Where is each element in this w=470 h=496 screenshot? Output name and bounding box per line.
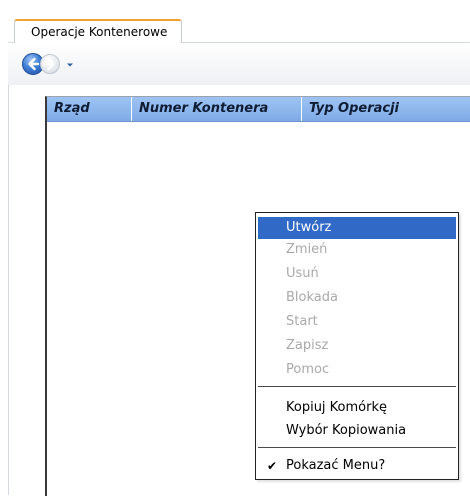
menu-item-pomoc[interactable]: Pomoc bbox=[258, 359, 456, 381]
menu-item-kopiuj-komorke[interactable]: Kopiuj Komórkę bbox=[258, 397, 456, 419]
column-header-rzad[interactable]: Rząd bbox=[47, 97, 131, 121]
context-menu: Utwórz Zmień Usuń Blokada Start Zapisz P… bbox=[255, 212, 459, 480]
menu-item-blokada[interactable]: Blokada bbox=[258, 287, 456, 309]
column-header-typ-operacji[interactable]: Typ Operacji bbox=[301, 97, 470, 121]
menu-item-pokazac-menu[interactable]: ✔ Pokazać Menu? bbox=[258, 455, 456, 477]
menu-item-wybor-kopiowania[interactable]: Wybór Kopiowania bbox=[258, 420, 456, 442]
menu-item-usun[interactable]: Usuń bbox=[258, 263, 456, 285]
menu-item-start[interactable]: Start bbox=[258, 311, 456, 333]
tab-operacje-kontenerowe[interactable]: Operacje Kontenerowe bbox=[14, 19, 183, 43]
menu-separator bbox=[258, 386, 456, 387]
navigation-toolbar bbox=[8, 43, 470, 85]
back-arrow-icon bbox=[28, 57, 40, 71]
menu-item-label: Pokazać Menu? bbox=[286, 458, 386, 473]
checkmark-icon: ✔ bbox=[267, 459, 278, 473]
menu-item-zapisz[interactable]: Zapisz bbox=[258, 335, 456, 357]
tab-strip: Operacje Kontenerowe bbox=[8, 16, 470, 43]
menu-separator bbox=[258, 447, 456, 448]
menu-item-utworz[interactable]: Utwórz bbox=[258, 217, 456, 239]
menu-item-zmien[interactable]: Zmień bbox=[258, 239, 456, 261]
grid-header: Rząd Numer Kontenera Typ Operacji bbox=[47, 97, 470, 122]
forward-arrow-icon bbox=[43, 57, 55, 71]
chevron-down-icon bbox=[67, 63, 73, 67]
history-dropdown-button[interactable] bbox=[65, 59, 75, 69]
column-header-numer-kontenera[interactable]: Numer Kontenera bbox=[131, 97, 301, 121]
forward-button[interactable] bbox=[40, 54, 60, 74]
